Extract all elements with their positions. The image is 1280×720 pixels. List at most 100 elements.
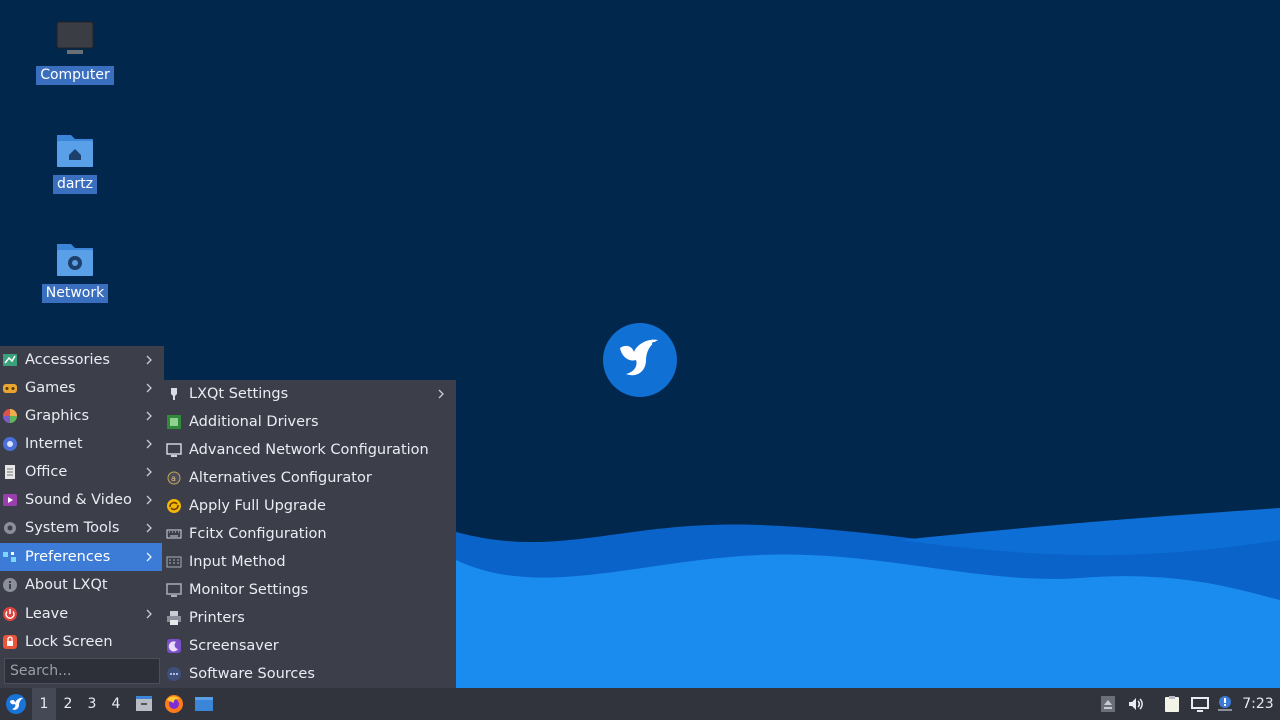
system-tools-icon (2, 520, 18, 536)
update-notifier-button[interactable] (1214, 688, 1236, 720)
menu-item-lock-screen[interactable]: Lock Screen (0, 628, 164, 656)
menu-item-label: Preferences (25, 549, 111, 565)
lubuntu-bird-logo (602, 322, 678, 398)
menu-item-label: Sound & Video (25, 492, 132, 508)
menu-item-internet[interactable]: Internet (0, 430, 164, 458)
workspace-3-button[interactable]: 3 (80, 688, 104, 720)
firefox-icon (165, 695, 183, 713)
file-manager-launcher[interactable] (132, 688, 156, 720)
submenu-item-screensaver[interactable]: Screensaver (162, 632, 456, 660)
home-folder-icon (53, 127, 97, 171)
keyboard-icon (166, 526, 182, 542)
menu-item-label: Graphics (25, 408, 90, 424)
submenu-item-label: Software Sources (189, 666, 315, 682)
desktop-icon-label: Network (41, 284, 109, 303)
submenu-item-monitor-settings[interactable]: Monitor Settings (162, 576, 456, 604)
eject-icon (1101, 696, 1115, 712)
clipboard-icon (1165, 696, 1179, 712)
start-menu-button[interactable] (2, 688, 30, 720)
submenu-item-additional-drivers[interactable]: Additional Drivers (162, 408, 456, 436)
menu-item-label: Internet (25, 436, 83, 452)
desktop-icon-network[interactable]: Network (30, 236, 120, 303)
submenu-item-alternatives-configurator[interactable]: a Alternatives Configurator (162, 464, 456, 492)
desktop-icon-computer[interactable]: Computer (30, 18, 120, 85)
chevron-right-icon (146, 495, 152, 505)
lock-icon (2, 634, 18, 650)
submenu-item-lxqt-settings[interactable]: LXQt Settings (162, 380, 456, 408)
show-desktop-button[interactable] (192, 688, 216, 720)
submenu-item-software-sources[interactable]: Software Sources (162, 660, 456, 688)
menu-item-accessories[interactable]: Accessories (0, 346, 164, 374)
menu-item-label: System Tools (25, 520, 120, 536)
menu-item-preferences[interactable]: Preferences (0, 543, 164, 571)
submenu-item-label: Apply Full Upgrade (189, 498, 326, 514)
menu-item-label: Accessories (25, 352, 110, 368)
alternatives-icon: a (166, 470, 182, 486)
sound-video-icon (2, 492, 18, 508)
submenu-item-label: Monitor Settings (189, 582, 309, 598)
menu-search-input[interactable] (4, 658, 160, 684)
workspace-2-button[interactable]: 2 (56, 688, 80, 720)
firefox-launcher[interactable] (162, 688, 186, 720)
submenu-item-fcitx-configuration[interactable]: Fcitx Configuration (162, 520, 456, 548)
submenu-item-label: Advanced Network Configuration (189, 442, 429, 458)
chevron-right-icon (146, 609, 152, 619)
chip-icon (166, 414, 182, 430)
application-menu: Accessories Games Graphics Internet Offi… (0, 346, 164, 688)
monitor-icon (166, 582, 182, 598)
preferences-submenu: LXQt Settings Additional Drivers Advance… (162, 380, 456, 688)
desktop-icon-label: dartz (52, 175, 98, 194)
network-config-icon (166, 442, 182, 458)
chevron-right-icon (146, 523, 152, 533)
menu-item-sound-video[interactable]: Sound & Video (0, 486, 164, 514)
chevron-right-icon (146, 467, 152, 477)
submenu-item-apply-full-upgrade[interactable]: Apply Full Upgrade (162, 492, 456, 520)
submenu-item-label: Input Method (189, 554, 286, 570)
clock[interactable]: 7:23 (1236, 688, 1280, 720)
chevron-right-icon (146, 439, 152, 449)
submenu-item-label: Additional Drivers (189, 414, 319, 430)
preferences-icon (2, 549, 18, 565)
screensaver-icon (166, 638, 182, 654)
power-icon (2, 606, 18, 622)
menu-item-label: Office (25, 464, 68, 480)
computer-icon (53, 18, 97, 62)
chevron-right-icon (146, 552, 152, 562)
menu-item-label: Games (25, 380, 76, 396)
menu-item-label: Leave (25, 606, 69, 622)
submenu-item-printers[interactable]: Printers (162, 604, 456, 632)
network-button[interactable] (1188, 688, 1212, 720)
submenu-item-label: Screensaver (189, 638, 279, 654)
workspace-1-button[interactable]: 1 (32, 688, 56, 720)
submenu-item-label: Fcitx Configuration (189, 526, 327, 542)
submenu-item-input-method[interactable]: Input Method (162, 548, 456, 576)
upgrade-icon (166, 498, 182, 514)
clipboard-button[interactable] (1160, 688, 1184, 720)
file-manager-icon (136, 696, 152, 711)
printer-icon (166, 610, 182, 626)
lubuntu-start-icon (6, 694, 26, 714)
taskbar: 1 2 3 4 7:23 (0, 688, 1280, 720)
volume-icon (1129, 698, 1143, 710)
workspace-4-button[interactable]: 4 (104, 688, 128, 720)
chevron-right-icon (146, 355, 152, 365)
menu-item-graphics[interactable]: Graphics (0, 402, 164, 430)
submenu-item-label: Alternatives Configurator (189, 470, 372, 486)
menu-item-games[interactable]: Games (0, 374, 164, 402)
menu-item-about-lxqt[interactable]: About LXQt (0, 571, 164, 599)
menu-item-system-tools[interactable]: System Tools (0, 514, 164, 542)
desktop-icon-label: Computer (36, 66, 114, 85)
desktop-icon-home-folder[interactable]: dartz (30, 127, 120, 194)
update-notifier-icon (1218, 696, 1232, 711)
accessories-icon (2, 352, 18, 368)
removable-media-button[interactable] (1096, 688, 1120, 720)
submenu-item-advanced-network-configuration[interactable]: Advanced Network Configuration (162, 436, 456, 464)
chevron-right-icon (438, 389, 444, 399)
menu-item-leave[interactable]: Leave (0, 600, 164, 628)
volume-button[interactable] (1124, 688, 1148, 720)
svg-text:a: a (171, 474, 176, 483)
menu-item-office[interactable]: Office (0, 458, 164, 486)
submenu-item-label: LXQt Settings (189, 386, 289, 402)
submenu-item-label: Printers (189, 610, 245, 626)
show-desktop-icon (195, 697, 213, 711)
